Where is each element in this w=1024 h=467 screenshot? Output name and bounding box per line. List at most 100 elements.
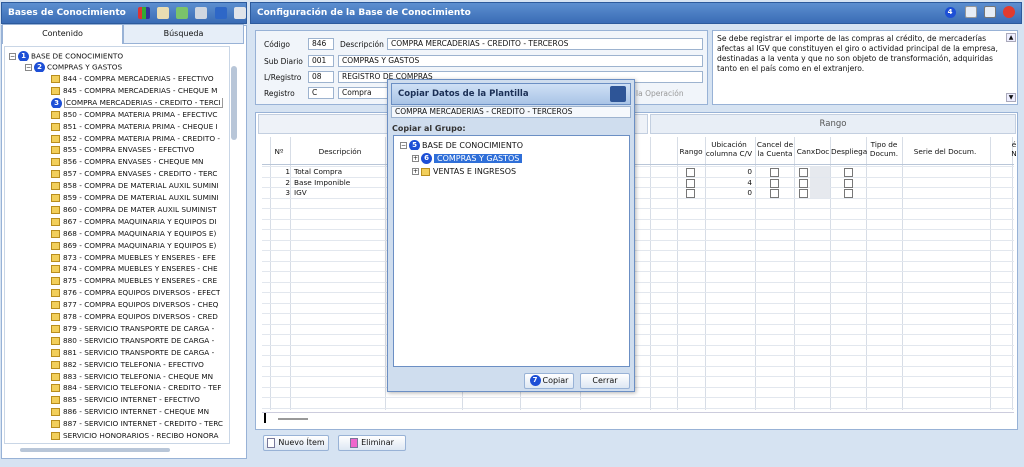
- step-badge: 6: [421, 153, 432, 164]
- descripcion-field[interactable]: COMPRA MERCADERIAS - CREDITO - TERCEROS: [387, 38, 703, 50]
- copiar-button[interactable]: 7 Copiar: [524, 373, 574, 389]
- grid-checkbox[interactable]: [770, 189, 779, 198]
- tree-item[interactable]: 881 - SERVICIO TRANSPORTE DE CARGA -: [51, 348, 214, 358]
- tree-item[interactable]: 852 - COMPRA MATERIA PRIMA - CREDITO -: [51, 134, 220, 144]
- tree-item[interactable]: 875 - COMPRA MUEBLES Y ENSERES - CRE: [51, 276, 217, 286]
- collapse-icon[interactable]: −: [25, 64, 32, 71]
- grid-cell-n[interactable]: 1: [278, 167, 290, 177]
- tree-group[interactable]: −2 COMPRAS Y GASTOS: [25, 62, 122, 72]
- tree-item[interactable]: 860 - COMPRA DE MATER AUXIL SUMINIST: [51, 205, 217, 215]
- tree-item[interactable]: 877 - COMPRA EQUIPOS DIVERSOS - CHEQ: [51, 300, 218, 310]
- new-file-icon: [267, 437, 276, 448]
- tree-item[interactable]: 845 - COMPRA MERCADERIAS - CHEQUE M: [51, 86, 217, 96]
- col-tipodoc: Tipo de Docum.: [869, 140, 899, 158]
- grid-cell-ubic[interactable]: 0: [710, 188, 752, 198]
- tree-item[interactable]: 884 - SERVICIO TELEFONIA - CREDITO - TEF: [51, 383, 221, 393]
- tree-item[interactable]: 859 - COMPRA DE MATERIAL AUXIL SUMINI: [51, 193, 219, 203]
- grid-checkbox[interactable]: [799, 178, 808, 188]
- tree-item[interactable]: 856 - COMPRA ENVASES - CHEQUE MN: [51, 157, 204, 167]
- tree-item[interactable]: 885 - SERVICIO INTERNET - EFECTIVO: [51, 395, 200, 405]
- print-icon[interactable]: [195, 7, 208, 19]
- tree-item[interactable]: 879 - SERVICIO TRANSPORTE DE CARGA -: [51, 324, 214, 334]
- delete-icon[interactable]: [233, 7, 246, 19]
- note-scroll-up[interactable]: ▲: [1006, 33, 1016, 42]
- tree-item[interactable]: 868 - COMPRA MAQUINARIA Y EQUIPOS E): [51, 229, 216, 239]
- grid-checkbox[interactable]: [770, 168, 779, 177]
- grid-hline: [262, 250, 1014, 251]
- tree-item[interactable]: 882 - SERVICIO TELEFONIA - EFECTIVO: [51, 360, 204, 370]
- nuevo-item-button[interactable]: Nuevo Ítem: [263, 435, 329, 451]
- tree-item[interactable]: 858 - COMPRA DE MATERIAL AUXIL SUMINI: [51, 181, 219, 191]
- grid-cell-n[interactable]: 3: [278, 188, 290, 198]
- close-icon[interactable]: [1003, 6, 1015, 18]
- grid-checkbox[interactable]: [686, 189, 695, 198]
- grid-checkbox[interactable]: [770, 178, 779, 188]
- tree-item[interactable]: 883 - SERVICIO TELEFONIA - CHEQUE MN: [51, 372, 213, 382]
- tree-item[interactable]: 855 - COMPRA ENVASES - EFECTIVO: [51, 145, 194, 155]
- cerrar-button[interactable]: Cerrar: [580, 373, 630, 389]
- collapse-icon[interactable]: −: [9, 53, 16, 60]
- tree-item[interactable]: 844 - COMPRA MERCADERIAS - EFECTIVO: [51, 74, 214, 84]
- tree-item[interactable]: SERVICIO HONORARIOS - RECIBO HONORA: [51, 431, 219, 441]
- lregistro-code[interactable]: 08: [308, 71, 334, 83]
- tree-item[interactable]: 3 COMPRA MERCADERIAS - CREDITO - TERCI: [51, 97, 223, 108]
- add-icon[interactable]: [176, 7, 189, 19]
- tab-contenido[interactable]: Contenido: [2, 24, 123, 44]
- codigo-field[interactable]: 846: [308, 38, 334, 50]
- registro-field[interactable]: Compra: [338, 87, 388, 99]
- tree-item[interactable]: 867 - COMPRA MAQUINARIA Y EQUIPOS DI: [51, 217, 217, 227]
- edit-icon[interactable]: [157, 7, 170, 19]
- registro-label: Registro: [264, 89, 295, 98]
- grid-checkbox[interactable]: [799, 189, 808, 198]
- arrows-icon[interactable]: [214, 7, 227, 19]
- grid-hscrollbar[interactable]: [262, 412, 1014, 423]
- tab-busqueda[interactable]: Búsqueda: [123, 24, 244, 44]
- grid-checkbox[interactable]: [686, 178, 695, 188]
- tree-item[interactable]: 876 - COMPRA EQUIPOS DIVERSOS - EFECT: [51, 288, 220, 298]
- chart-icon[interactable]: [138, 7, 150, 19]
- tree-item[interactable]: 886 - SERVICIO INTERNET - CHEQUE MN: [51, 407, 209, 417]
- subdiario-code[interactable]: 001: [308, 55, 334, 67]
- subdiario-field[interactable]: COMPRAS Y GASTOS: [338, 55, 703, 67]
- grid-cell-desc[interactable]: IGV: [294, 188, 307, 198]
- grid-cell-n[interactable]: 2: [278, 178, 290, 188]
- save-icon[interactable]: [983, 6, 996, 18]
- tree-root[interactable]: −1 BASE DE CONOCIMIENTO: [9, 51, 123, 61]
- grid-vline: [290, 137, 291, 410]
- collapse-icon[interactable]: −: [400, 142, 407, 149]
- dialog-title: Copiar Datos de la Plantilla: [391, 83, 631, 105]
- grid-cell-desc[interactable]: Total Compra: [294, 167, 342, 177]
- group-tree-root[interactable]: −5 BASE DE CONOCIMIENTO: [400, 140, 523, 150]
- grid-cell-ubic[interactable]: 4: [710, 178, 752, 188]
- grid-checkbox[interactable]: [799, 168, 808, 177]
- export-icon[interactable]: [964, 6, 977, 18]
- grid-checkbox[interactable]: [686, 168, 695, 177]
- tree-item[interactable]: 873 - COMPRA MUEBLES Y ENSERES - EFE: [51, 253, 216, 263]
- grid-checkbox[interactable]: [844, 178, 853, 188]
- grid-cell-desc[interactable]: Base Imponible: [294, 178, 350, 188]
- tree-item[interactable]: 887 - SERVICIO INTERNET - CREDITO - TERC: [51, 419, 223, 429]
- group-ventas[interactable]: + VENTAS E INGRESOS: [412, 167, 516, 177]
- eliminar-button[interactable]: Eliminar: [338, 435, 406, 451]
- tree-item[interactable]: 857 - COMPRA ENVASES - CREDITO - TERC: [51, 169, 217, 179]
- tree-item[interactable]: 880 - SERVICIO TRANSPORTE DE CARGA -: [51, 336, 214, 346]
- group-compras[interactable]: +6 COMPRAS Y GASTOS: [412, 153, 523, 164]
- grid-cell-ubic[interactable]: 0: [710, 167, 752, 177]
- registro-code[interactable]: C: [308, 87, 334, 99]
- tree-item-label: 883 - SERVICIO TELEFONIA - CHEQUE MN: [63, 371, 214, 381]
- tree-item[interactable]: 878 - COMPRA EQUIPOS DIVERSOS - CRED: [51, 312, 218, 322]
- tree-item[interactable]: 851 - COMPRA MATERIA PRIMA - CHEQUE I: [51, 122, 218, 132]
- expand-icon[interactable]: +: [412, 155, 419, 162]
- tree-item[interactable]: 869 - COMPRA MAQUINARIA Y EQUIPOS E): [51, 241, 216, 251]
- tree-item[interactable]: 850 - COMPRA MATERIA PRIMA - EFECTIVC: [51, 110, 218, 120]
- document-icon: [51, 313, 60, 321]
- tree-hscrollbar[interactable]: [20, 448, 170, 452]
- exit-icon[interactable]: [610, 86, 626, 102]
- grid-checkbox[interactable]: [844, 168, 853, 177]
- note-scroll-down[interactable]: ▼: [1006, 93, 1016, 102]
- expand-icon[interactable]: +: [412, 168, 419, 175]
- grid-checkbox[interactable]: [844, 189, 853, 198]
- tree-scrollbar[interactable]: [231, 66, 237, 140]
- folder-icon: [421, 167, 430, 176]
- tree-item[interactable]: 874 - COMPRA MUEBLES Y ENSERES - CHE: [51, 264, 218, 274]
